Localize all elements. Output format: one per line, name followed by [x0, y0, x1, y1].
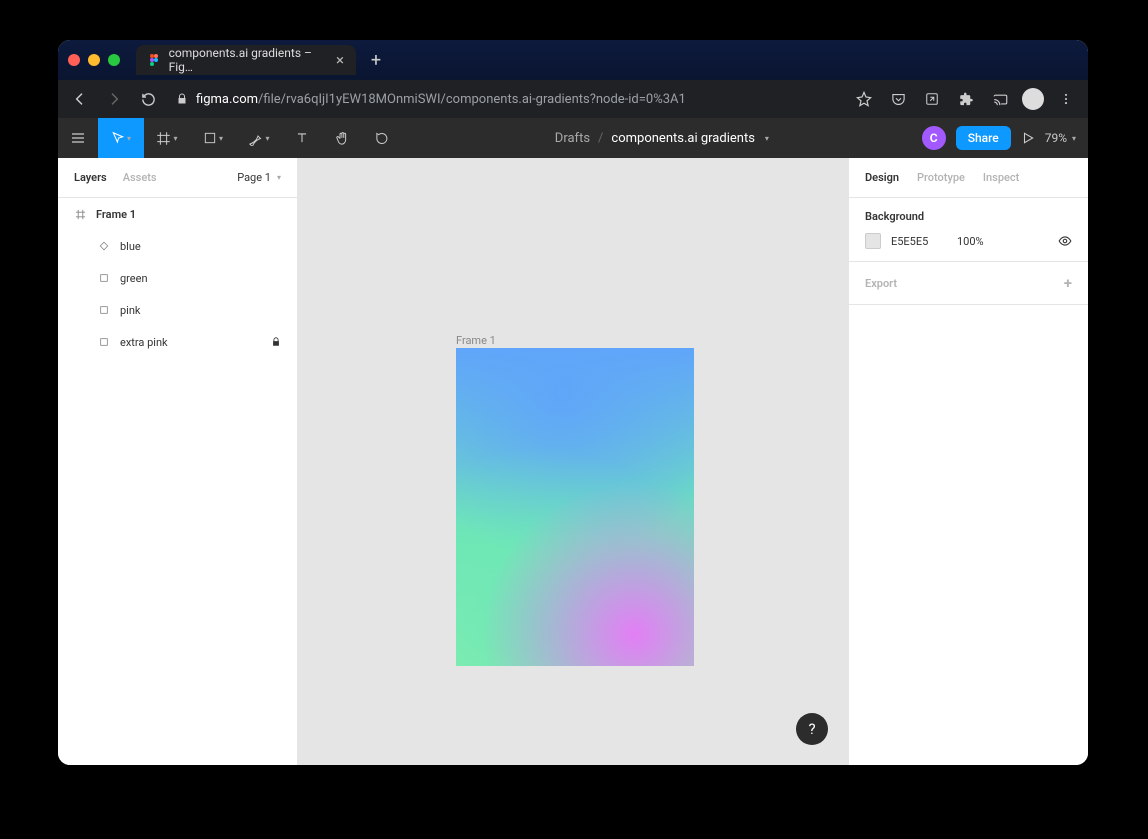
zoom-value: 79% [1045, 131, 1067, 145]
address-bar[interactable]: figma.com/file/rva6qIjI1yEW18MOnmiSWI/co… [170, 92, 842, 107]
browser-tab[interactable]: components.ai gradients – Fig… × [136, 45, 356, 75]
text-tool[interactable] [282, 118, 322, 158]
hex-value[interactable]: E5E5E5 [891, 235, 947, 248]
rectangle-icon [98, 272, 110, 284]
lock-icon [176, 93, 188, 105]
canvas[interactable]: Frame 1 ? [298, 158, 848, 765]
figma-body: Layers Assets Page 1 ▾ Frame 1 blue [58, 158, 1088, 765]
lock-icon [271, 337, 281, 347]
new-tab-button[interactable]: + [362, 46, 390, 74]
breadcrumb-separator: / [598, 131, 603, 146]
export-title: Export [865, 277, 897, 290]
right-panel-tabs: Design Prototype Inspect [849, 158, 1088, 198]
layer-name: Frame 1 [96, 208, 136, 221]
breadcrumb: Drafts / components.ai gradients ▾ [402, 131, 922, 146]
breadcrumb-drafts[interactable]: Drafts [555, 131, 590, 146]
breadcrumb-file[interactable]: components.ai gradients [611, 131, 754, 146]
layer-item[interactable]: green [58, 262, 297, 294]
opacity-value[interactable]: 100% [957, 235, 984, 248]
move-tool[interactable]: ▾ [98, 118, 144, 158]
tab-title: components.ai gradients – Fig… [169, 46, 322, 74]
app-window: components.ai gradients – Fig… × + figma… [58, 40, 1088, 765]
browser-tabstrip: components.ai gradients – Fig… × + [58, 40, 1088, 80]
url-host: figma.com [196, 92, 258, 107]
tab-prototype[interactable]: Prototype [917, 171, 965, 184]
layer-name: blue [120, 240, 141, 253]
tab-design[interactable]: Design [865, 171, 899, 184]
hand-tool[interactable] [322, 118, 362, 158]
toolbar-right: C Share 79% ▾ [922, 126, 1088, 150]
minimize-window-button[interactable] [88, 54, 100, 66]
window-controls [68, 54, 120, 66]
visibility-toggle-icon[interactable] [1058, 234, 1072, 248]
add-export-icon[interactable]: + [1064, 274, 1072, 292]
reload-button[interactable] [136, 87, 160, 111]
frame-label[interactable]: Frame 1 [456, 334, 496, 347]
kebab-menu-icon[interactable] [1054, 87, 1078, 111]
forward-button[interactable] [102, 87, 126, 111]
extensions-icon[interactable] [954, 87, 978, 111]
rectangle-icon [98, 336, 110, 348]
chevron-down-icon: ▾ [265, 134, 269, 143]
layer-name: pink [120, 304, 141, 317]
layer-frame[interactable]: Frame 1 [58, 198, 297, 230]
frame-tool[interactable]: ▾ [144, 118, 190, 158]
layer-item[interactable]: pink [58, 294, 297, 326]
background-fill-row[interactable]: E5E5E5 100% [865, 233, 1072, 249]
gradient-frame[interactable] [456, 348, 694, 666]
bookmark-star-icon[interactable] [852, 87, 876, 111]
url-text: figma.com/file/rva6qIjI1yEW18MOnmiSWI/co… [196, 92, 686, 107]
cast-icon[interactable] [988, 87, 1012, 111]
color-swatch[interactable] [865, 233, 881, 249]
rectangle-icon [98, 304, 110, 316]
close-tab-icon[interactable]: × [336, 51, 344, 69]
user-avatar[interactable]: C [922, 126, 946, 150]
tab-assets[interactable]: Assets [123, 171, 157, 184]
back-button[interactable] [68, 87, 92, 111]
left-panel-tabs: Layers Assets Page 1 ▾ [58, 158, 297, 198]
layers-panel: Layers Assets Page 1 ▾ Frame 1 blue [58, 158, 298, 765]
layer-item[interactable]: blue [58, 230, 297, 262]
help-button[interactable]: ? [796, 713, 828, 745]
layer-item[interactable]: extra pink [58, 326, 297, 358]
profile-avatar[interactable] [1022, 88, 1044, 110]
maximize-window-button[interactable] [108, 54, 120, 66]
tab-layers[interactable]: Layers [74, 171, 107, 184]
background-section: Background E5E5E5 100% [849, 198, 1088, 262]
design-panel: Design Prototype Inspect Background E5E5… [848, 158, 1088, 765]
export-section[interactable]: Export + [849, 262, 1088, 305]
chevron-down-icon[interactable]: ▾ [765, 134, 769, 143]
tab-inspect[interactable]: Inspect [983, 171, 1019, 184]
figma-toolbar: ▾ ▾ ▾ ▾ Drafts / components.ai gradients… [58, 118, 1088, 158]
open-external-icon[interactable] [920, 87, 944, 111]
chevron-down-icon: ▾ [127, 134, 131, 143]
layer-name: green [120, 272, 148, 285]
frame-icon [74, 208, 86, 220]
comment-tool[interactable] [362, 118, 402, 158]
shape-tool[interactable]: ▾ [190, 118, 236, 158]
close-window-button[interactable] [68, 54, 80, 66]
diamond-icon [98, 240, 110, 252]
chevron-down-icon: ▾ [277, 173, 281, 182]
layer-name: extra pink [120, 336, 168, 349]
chevron-down-icon: ▾ [1072, 134, 1076, 143]
chevron-down-icon: ▾ [173, 134, 177, 143]
url-path: /file/rva6qIjI1yEW18MOnmiSWI/components.… [258, 92, 686, 107]
zoom-control[interactable]: 79% ▾ [1045, 131, 1076, 145]
browser-urlbar: figma.com/file/rva6qIjI1yEW18MOnmiSWI/co… [58, 80, 1088, 118]
figma-favicon-icon [148, 53, 161, 67]
chevron-down-icon: ▾ [219, 134, 223, 143]
section-title: Background [865, 210, 1072, 223]
pocket-icon[interactable] [886, 87, 910, 111]
main-menu-button[interactable] [58, 118, 98, 158]
pen-tool[interactable]: ▾ [236, 118, 282, 158]
page-selector[interactable]: Page 1 ▾ [237, 171, 281, 184]
page-name: Page 1 [237, 171, 271, 184]
present-button[interactable] [1021, 131, 1035, 145]
share-button[interactable]: Share [956, 126, 1011, 150]
